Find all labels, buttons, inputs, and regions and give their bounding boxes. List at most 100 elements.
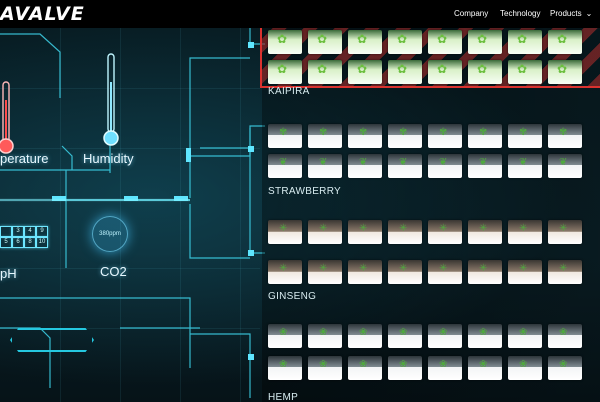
plant-icon: ❀ [519,359,528,370]
plant-tile: ✿ [468,60,502,84]
plant-icon: ❦ [279,157,288,168]
plant-icon: ✿ [397,32,408,46]
plant-tile: ❀ [308,356,342,380]
plant-icon: ✳ [439,263,448,274]
plant-tile: ✿ [348,30,382,54]
plant-icon: ✳ [319,223,328,234]
plant-icon: ❀ [359,359,368,370]
plant-icon: ✳ [479,223,488,234]
plant-tile: ✳ [348,260,382,284]
plant-tile: ❦ [308,154,342,178]
plant-icon: ❦ [359,157,368,168]
plant-icon: ❀ [439,327,448,338]
plant-tile: ❀ [308,324,342,348]
plant-tile: ✾ [508,124,542,148]
nav-products-label: Products [550,9,582,18]
plant-tile: ❀ [268,324,302,348]
plant-icon: ✿ [517,32,528,46]
plant-tile: ❀ [268,356,302,380]
plant-icon: ❀ [279,327,288,338]
plant-tile: ❀ [468,324,502,348]
crop-label-kaipira: KAIPIRA [268,86,310,97]
plant-icon: ✳ [399,223,408,234]
plant-tile: ✾ [428,124,462,148]
plant-tile: ✿ [428,60,462,84]
plant-tile: ✾ [308,124,342,148]
plant-tile: ✳ [268,260,302,284]
plant-icon: ✿ [477,32,488,46]
plant-icon: ✿ [437,32,448,46]
plant-tile: ✿ [548,60,582,84]
humidity-label: Humidity [83,151,134,166]
plant-icon: ✿ [517,62,528,76]
nav-products[interactable]: Products ⌄ [550,0,592,28]
plant-tile: ✿ [508,60,542,84]
plant-icon: ✾ [359,127,368,138]
plant-tile: ❦ [388,154,422,178]
ph-label: pH [0,266,17,281]
brand-logo[interactable]: AVALVE [0,3,85,25]
plant-tile: ❀ [388,356,422,380]
plant-tile: ❦ [468,154,502,178]
plant-tile: ❀ [468,356,502,380]
plant-tile: ❀ [508,356,542,380]
ph-scale-cell: 4 [24,226,36,237]
thermometer-icon [0,81,14,154]
crop-label-hemp: HEMP [268,392,299,402]
plant-tile: ✳ [388,260,422,284]
plant-tile: ✾ [468,124,502,148]
plant-icon: ✳ [359,263,368,274]
plant-tile: ✾ [548,124,582,148]
plant-tile: ✿ [308,60,342,84]
plant-icon: ❀ [399,359,408,370]
plant-tile: ✿ [428,30,462,54]
plant-icon: ✿ [357,32,368,46]
plant-icon: ❦ [559,157,568,168]
plant-tile: ✳ [548,220,582,244]
crop-label-ginseng: GINSENG [268,291,317,302]
nav-company[interactable]: Company [454,0,488,28]
plant-icon: ✳ [519,223,528,234]
plant-icon: ✳ [319,263,328,274]
plant-icon: ❦ [319,157,328,168]
plant-tile: ✾ [268,124,302,148]
plant-icon: ✿ [317,62,328,76]
plant-icon: ✾ [279,127,288,138]
plant-tile: ❀ [508,324,542,348]
smart-farm-visual: perature Humidity 3 4 5 6 8 9 10 pH 380p… [0,28,600,402]
plant-icon: ✳ [479,263,488,274]
plant-icon: ✳ [559,263,568,274]
plant-icon: ❦ [399,157,408,168]
plant-icon: ❀ [559,359,568,370]
plant-tile: ❦ [508,154,542,178]
ph-scale-cell: 5 [0,237,12,248]
plant-tile: ✳ [308,260,342,284]
plant-tile: ✳ [508,260,542,284]
plant-icon: ✾ [559,127,568,138]
plant-icon: ✳ [279,223,288,234]
plant-icon: ✿ [557,32,568,46]
plant-icon: ✿ [357,62,368,76]
ph-scale-cell: 3 [12,226,24,237]
plant-icon: ❀ [559,327,568,338]
plant-icon: ✳ [359,223,368,234]
plant-icon: ❀ [439,359,448,370]
plant-tile: ✳ [388,220,422,244]
plant-icon: ❀ [479,327,488,338]
plant-icon: ✿ [277,62,288,76]
plant-icon: ❦ [519,157,528,168]
nav-technology[interactable]: Technology [500,0,540,28]
plant-icon: ❀ [519,327,528,338]
plant-tile: ❀ [548,356,582,380]
plant-tile: ✿ [388,60,422,84]
plant-icon: ❀ [399,327,408,338]
ph-scale-cell: 10 [36,237,48,248]
temperature-label: perature [0,151,49,166]
plant-tile: ✿ [268,60,302,84]
plant-tile: ✿ [508,30,542,54]
plant-tile: ✾ [348,124,382,148]
plant-icon: ✳ [279,263,288,274]
plant-tile: ✿ [308,30,342,54]
plant-icon: ✿ [397,62,408,76]
plant-icon: ✳ [519,263,528,274]
